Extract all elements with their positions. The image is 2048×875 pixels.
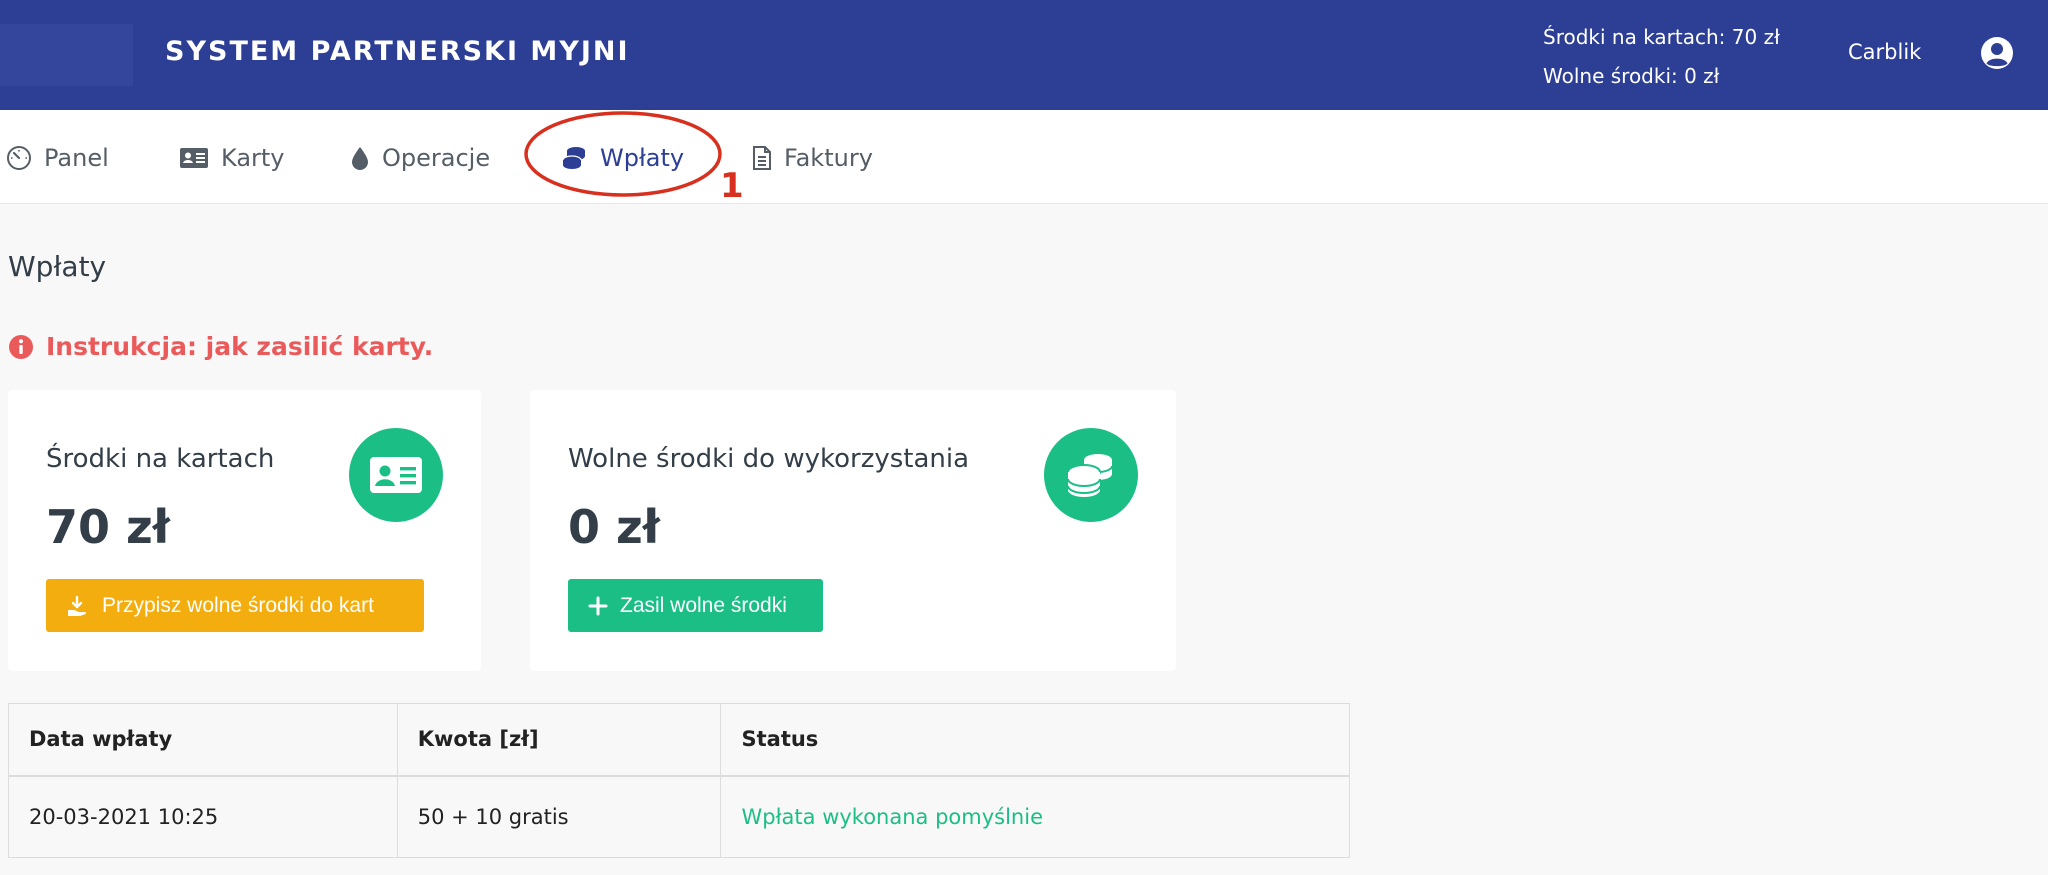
cell-amount: 50 + 10 gratis <box>396 775 722 858</box>
main-nav: Panel Karty Operacje Wpłaty Faktury <box>0 110 2048 204</box>
card-title: Środki na kartach <box>46 444 275 474</box>
info-circle-icon <box>9 334 33 359</box>
cell-status: Wpłata wykonana pomyślnie <box>720 775 1350 858</box>
nav-item-karty[interactable]: Karty <box>179 138 285 178</box>
top-header: SYSTEM PARTNERSKI MYJNI Środki na kartac… <box>0 0 2048 110</box>
logo[interactable] <box>0 24 133 86</box>
hand-holding-icon <box>68 595 87 616</box>
payments-table: Data wpłaty Kwota [zł] Status 20-03-2021… <box>8 703 1350 858</box>
nav-label-panel: Panel <box>44 144 109 172</box>
column-header-amount[interactable]: Kwota [zł] <box>396 703 722 777</box>
top-up-free-funds-label: Zasil wolne środki <box>620 593 787 617</box>
document-icon <box>753 146 771 170</box>
plus-icon <box>588 596 608 615</box>
table-header-row: Data wpłaty Kwota [zł] Status <box>8 703 1350 777</box>
top-up-free-funds-button[interactable]: Zasil wolne środki <box>568 579 823 632</box>
nav-label-karty: Karty <box>221 144 285 172</box>
table-row: 20-03-2021 10:25 50 + 10 gratis Wpłata w… <box>8 775 1350 858</box>
annotation-number-1: 1 <box>720 166 744 206</box>
assign-free-funds-label: Przypisz wolne środki do kart <box>102 593 374 617</box>
card-title: Wolne środki do wykorzystania <box>568 444 970 474</box>
column-header-status[interactable]: Status <box>720 703 1350 777</box>
drop-icon <box>352 147 368 170</box>
card-funds-on-cards: Środki na kartach 70 zł Przypisz wolne ś… <box>8 390 481 671</box>
card-value: 70 zł <box>46 500 170 554</box>
nav-item-faktury[interactable]: Faktury <box>752 138 873 178</box>
instruction-text: Instrukcja: jak zasilić karty. <box>46 332 434 361</box>
assign-free-funds-button[interactable]: Przypisz wolne środki do kart <box>46 579 424 632</box>
coins-icon <box>562 147 585 169</box>
coins-icon <box>1044 428 1138 522</box>
balance-cards-text: Środki na kartach: 70 zł <box>1543 25 1780 49</box>
instruction-link[interactable]: Instrukcja: jak zasilić karty. <box>8 332 433 361</box>
nav-label-wplaty: Wpłaty <box>600 144 685 172</box>
user-name[interactable]: Carblik <box>1848 40 1921 64</box>
nav-label-faktury: Faktury <box>784 144 873 172</box>
nav-item-panel[interactable]: Panel <box>6 138 109 178</box>
card-value: 0 zł <box>568 500 660 554</box>
balance-free-text: Wolne środki: 0 zł <box>1543 64 1720 88</box>
id-card-icon <box>349 428 443 522</box>
app-title: SYSTEM PARTNERSKI MYJNI <box>165 36 630 67</box>
column-header-date[interactable]: Data wpłaty <box>8 703 398 777</box>
nav-item-operacje[interactable]: Operacje <box>350 138 490 178</box>
page-title: Wpłaty <box>8 250 107 283</box>
nav-label-operacje: Operacje <box>382 144 491 172</box>
user-circle-icon[interactable] <box>1980 36 2014 70</box>
id-card-icon <box>180 148 208 168</box>
nav-item-wplaty[interactable]: Wpłaty <box>560 138 684 178</box>
gauge-icon <box>7 146 31 170</box>
cell-date: 20-03-2021 10:25 <box>8 775 398 858</box>
balance-summary: Środki na kartach: 70 zł Wolne środki: 0… <box>1543 18 1780 96</box>
card-free-funds: Wolne środki do wykorzystania 0 zł Zasil… <box>530 390 1176 671</box>
